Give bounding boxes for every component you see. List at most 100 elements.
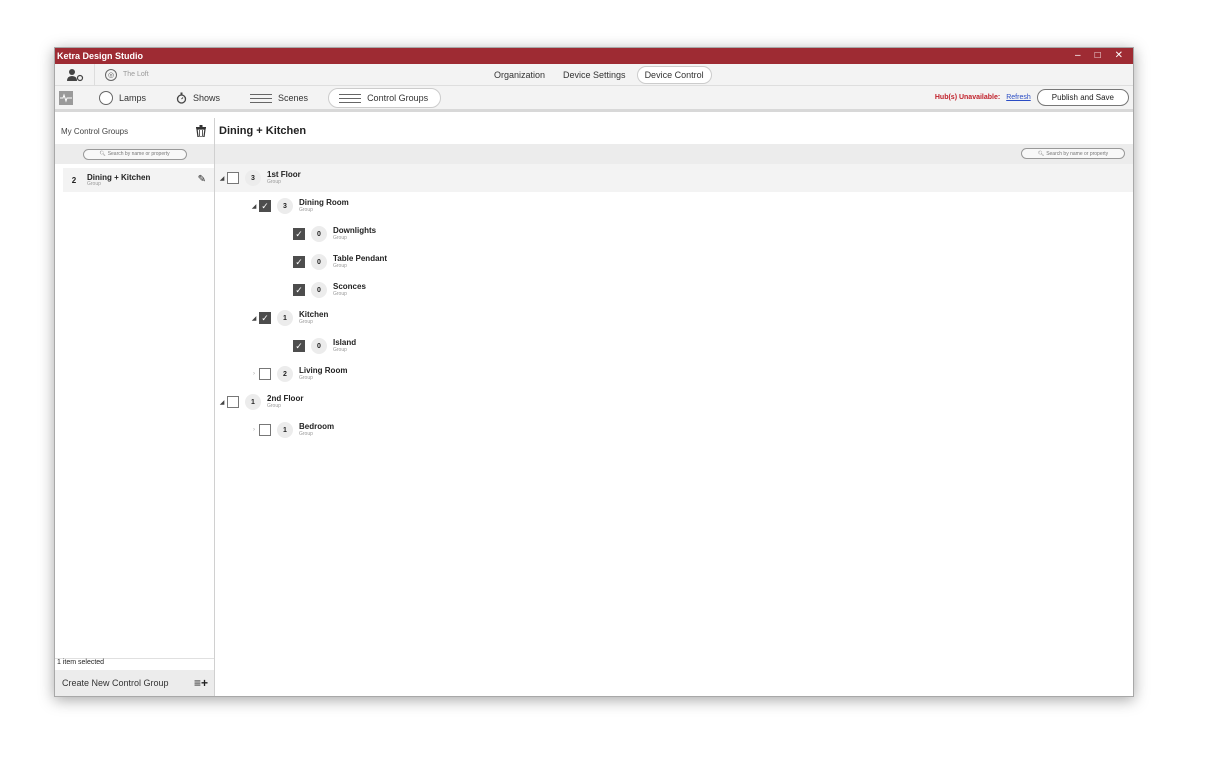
window-controls: – □ ✕ — [1075, 49, 1129, 63]
checkbox[interactable] — [259, 424, 271, 436]
node-type: Group — [333, 291, 347, 297]
node-name: Dining Room — [299, 198, 349, 207]
pulse-icon — [60, 92, 72, 103]
node-type: Group — [267, 179, 281, 185]
collapse-arrow-icon[interactable]: ◢ — [249, 315, 259, 322]
tree-row[interactable]: › 2 Living Room Group — [215, 360, 1133, 388]
create-group-button[interactable]: Create New Control Group ≡+ — [55, 670, 214, 696]
node-type: Group — [267, 403, 281, 409]
node-name: Table Pendant — [333, 254, 388, 263]
count-badge: 0 — [311, 338, 327, 354]
checkbox[interactable]: ✓ — [259, 200, 271, 212]
tree-row[interactable]: ◢ ✓ 1 Kitchen Group — [215, 304, 1133, 332]
tab-lamps[interactable]: Lamps — [89, 87, 156, 109]
create-group-label: Create New Control Group — [62, 678, 169, 688]
checkbox[interactable]: ✓ — [293, 256, 305, 268]
count-badge: 1 — [245, 394, 261, 410]
node-type: Group — [299, 375, 313, 381]
content-area: My Control Groups 🔍︎ Search by name or p… — [55, 118, 1133, 696]
pulse-button[interactable] — [59, 90, 73, 105]
checkbox[interactable] — [227, 172, 239, 184]
sub-toolbar: Lamps Shows Scenes Control Groups Hub(s)… — [55, 86, 1133, 112]
publish-button[interactable]: Publish and Save — [1036, 89, 1129, 106]
count-badge: 0 — [311, 254, 327, 270]
tab-control-groups[interactable]: Control Groups — [328, 87, 442, 108]
tab-scenes-label: Scenes — [278, 92, 309, 103]
tab-control-groups-label: Control Groups — [367, 92, 429, 103]
count-badge: 3 — [277, 198, 293, 214]
tab-lamps-label: Lamps — [119, 92, 147, 103]
main-search-strip: 🔍︎ Search by name or property — [215, 144, 1133, 164]
node-name: Kitchen — [299, 310, 329, 319]
tree-row[interactable]: ✓ 0 Island Group — [215, 332, 1133, 360]
trash-icon[interactable] — [196, 125, 206, 137]
tab-device-control[interactable]: Device Control — [636, 66, 712, 84]
selected-count: 1 item selected — [55, 658, 214, 670]
group-detail-panel: Dining + Kitchen 🔍︎ Search by name or pr… — [215, 118, 1133, 696]
main-search-input[interactable]: 🔍︎ Search by name or property — [1021, 148, 1125, 159]
count-badge: 1 — [277, 310, 293, 326]
refresh-link[interactable]: Refresh — [1006, 94, 1031, 101]
node-name: Bedroom — [299, 422, 335, 431]
tab-device-settings[interactable]: Device Settings — [556, 67, 633, 83]
lamp-icon — [99, 90, 113, 105]
tab-shows-label: Shows — [193, 92, 221, 103]
node-name: Downlights — [333, 226, 377, 235]
app-window: Ketra Design Studio – □ ✕ ◎ The Loft Org… — [54, 47, 1134, 697]
group-type: Group — [87, 180, 101, 187]
count-badge: 0 — [311, 226, 327, 242]
site-name: The Loft — [123, 71, 149, 78]
node-type: Group — [299, 431, 313, 437]
app-title: Ketra Design Studio — [57, 51, 144, 61]
count-badge: 0 — [311, 282, 327, 298]
stopwatch-icon — [176, 92, 187, 104]
sidebar-search-strip: 🔍︎ Search by name or property — [55, 144, 214, 164]
tree-row[interactable]: ✓ 0 Sconces Group — [215, 276, 1133, 304]
tree-row[interactable]: ◢ 1 2nd Floor Group — [215, 388, 1133, 416]
maximize-button[interactable]: □ — [1095, 49, 1101, 63]
list-item[interactable]: 2 Dining + Kitchen Group ✎ — [63, 168, 214, 192]
tree-row[interactable]: ◢ 3 1st Floor Group — [215, 164, 1133, 192]
node-type: Group — [333, 347, 347, 353]
tree-row[interactable]: ◢ ✓ 3 Dining Room Group — [215, 192, 1133, 220]
count-badge: 3 — [245, 170, 261, 186]
checkbox[interactable]: ✓ — [259, 312, 271, 324]
close-button[interactable]: ✕ — [1115, 49, 1123, 63]
collapse-arrow-icon[interactable]: ◢ — [249, 203, 259, 210]
tab-scenes[interactable]: Scenes — [240, 89, 318, 107]
tree-row[interactable]: ✓ 0 Table Pendant Group — [215, 248, 1133, 276]
collapse-arrow-icon[interactable]: ◢ — [217, 399, 227, 406]
pencil-icon[interactable]: ✎ — [198, 174, 206, 185]
expand-arrow-icon[interactable]: › — [249, 371, 259, 377]
title-bar: Ketra Design Studio – □ ✕ — [55, 48, 1133, 64]
checkbox[interactable]: ✓ — [293, 228, 305, 240]
control-groups-sidebar: My Control Groups 🔍︎ Search by name or p… — [55, 118, 215, 696]
tab-organization[interactable]: Organization — [487, 67, 552, 83]
collapse-arrow-icon[interactable]: ◢ — [217, 175, 227, 182]
search-icon: 🔍︎ — [99, 151, 106, 157]
site-icon: ◎ — [105, 68, 117, 81]
tree-row[interactable]: ✓ 0 Downlights Group — [215, 220, 1133, 248]
sliders-icon — [339, 93, 362, 103]
node-name: 2nd Floor — [267, 394, 304, 403]
top-toolbar: ◎ The Loft Organization Device Settings … — [55, 63, 1133, 86]
minimize-button[interactable]: – — [1075, 49, 1081, 63]
checkbox[interactable] — [227, 396, 239, 408]
user-settings-button[interactable] — [55, 63, 95, 86]
page-title: Dining + Kitchen — [219, 125, 307, 137]
sidebar-search-input[interactable]: 🔍︎ Search by name or property — [82, 148, 187, 160]
main-search-placeholder: Search by name or property — [1046, 150, 1109, 157]
tree-row[interactable]: › 1 Bedroom Group — [215, 416, 1133, 444]
hub-warning: Hub(s) Unavailable: — [934, 94, 1001, 101]
checkbox[interactable]: ✓ — [293, 340, 305, 352]
tab-shows[interactable]: Shows — [166, 88, 230, 108]
site-selector[interactable]: ◎ The Loft — [95, 68, 149, 81]
count-badge: 2 — [277, 366, 293, 382]
checkbox[interactable]: ✓ — [293, 284, 305, 296]
checkbox[interactable] — [259, 368, 271, 380]
expand-arrow-icon[interactable]: › — [249, 427, 259, 433]
user-gear-icon — [66, 68, 83, 81]
node-name: Sconces — [333, 282, 366, 291]
group-count: 2 — [71, 175, 77, 185]
sidebar-footer: 1 item selected Create New Control Group… — [55, 658, 214, 696]
